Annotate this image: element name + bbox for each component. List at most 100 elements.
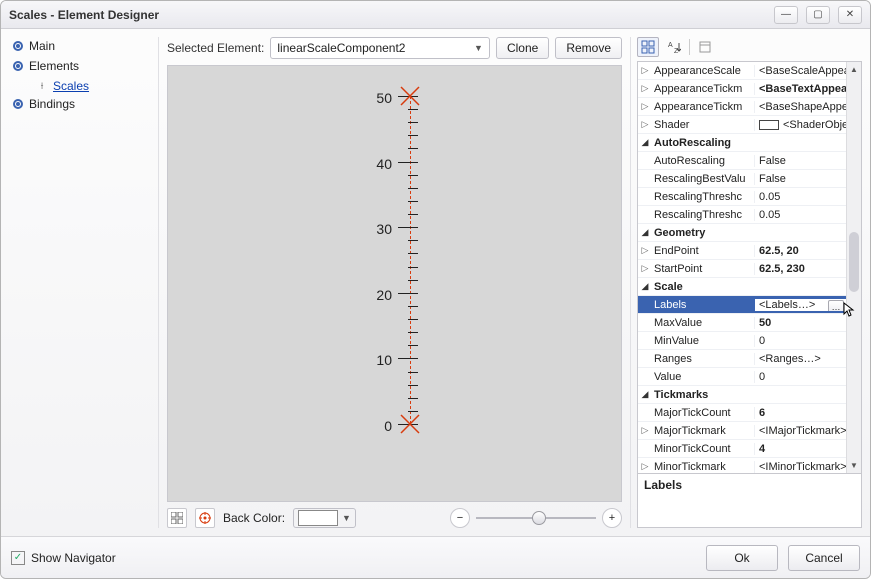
property-row[interactable]: ▷EndPoint62.5, 20	[638, 242, 846, 260]
property-value[interactable]: 0	[754, 335, 846, 347]
property-value[interactable]: False	[754, 173, 846, 185]
property-category[interactable]: ◢AutoRescaling	[638, 134, 846, 152]
property-value[interactable]: <BaseTextAppear	[754, 83, 846, 95]
tick-minor	[408, 280, 418, 281]
minimize-button[interactable]: —	[774, 6, 798, 24]
property-value[interactable]: 50	[754, 317, 846, 329]
scroll-down-button[interactable]: ▼	[847, 458, 861, 473]
scrollbar-thumb[interactable]	[849, 232, 859, 292]
property-grid[interactable]: ▷AppearanceScale<BaseScaleAppearanc▷Appe…	[637, 61, 862, 474]
property-row[interactable]: Labels<Labels…>…	[638, 296, 846, 314]
show-navigator-checkbox[interactable]: ✓ Show Navigator	[11, 551, 116, 565]
tick-major: 40	[398, 162, 418, 163]
property-row[interactable]: MaxValue50	[638, 314, 846, 332]
property-row[interactable]: RescalingThreshc0.05	[638, 188, 846, 206]
property-value[interactable]: <ShaderObject	[754, 119, 846, 131]
property-value[interactable]: <IMinorTickmark>	[754, 461, 846, 473]
property-value[interactable]: 4	[754, 443, 846, 455]
canvas-toolbar: Back Color: ▼ − +	[167, 508, 622, 528]
close-button[interactable]: ✕	[838, 6, 862, 24]
property-value[interactable]: 62.5, 20	[754, 245, 846, 257]
property-description-title: Labels	[644, 478, 682, 492]
expand-icon[interactable]: ▷	[638, 425, 652, 436]
zoom-out-button[interactable]: −	[450, 508, 470, 528]
startpoint-marker[interactable]	[399, 413, 421, 435]
property-value[interactable]: <IMajorTickmark>	[754, 425, 846, 437]
selected-element-combo[interactable]: linearScaleComponent2 ▼	[270, 37, 490, 59]
scrollbar[interactable]: ▲ ▼	[846, 62, 861, 473]
nav-label: Bindings	[29, 97, 75, 111]
window-title: Scales - Element Designer	[9, 8, 159, 22]
expand-icon[interactable]: ▷	[638, 65, 652, 76]
expand-icon[interactable]: ◢	[638, 389, 652, 400]
nav-item-elements[interactable]: Elements	[9, 57, 154, 75]
property-row[interactable]: ▷AppearanceScale<BaseScaleAppearanc	[638, 62, 846, 80]
property-value[interactable]: 6	[754, 407, 846, 419]
property-row[interactable]: ▷Shader<ShaderObject	[638, 116, 846, 134]
property-row[interactable]: RescalingBestValuFalse	[638, 170, 846, 188]
maximize-button[interactable]: ▢	[806, 6, 830, 24]
expand-icon[interactable]: ◢	[638, 137, 652, 148]
property-row[interactable]: ▷AppearanceTickm<BaseShapeAppearan	[638, 98, 846, 116]
design-canvas[interactable]: 01020304050	[167, 65, 622, 502]
nav-label: Elements	[29, 59, 79, 73]
property-row[interactable]: Ranges<Ranges…>	[638, 350, 846, 368]
property-row[interactable]: MinorTickCount4	[638, 440, 846, 458]
property-value[interactable]: 62.5, 230	[754, 263, 846, 275]
canvas-inner: 01020304050	[168, 66, 621, 501]
property-name: MinorTickCount	[652, 443, 754, 455]
expand-icon[interactable]: ▷	[638, 263, 652, 274]
property-pages-button[interactable]	[694, 37, 716, 57]
scroll-up-button[interactable]: ▲	[847, 62, 861, 77]
expand-icon[interactable]: ▷	[638, 245, 652, 256]
property-category[interactable]: ◢Geometry	[638, 224, 846, 242]
grid-toggle-button[interactable]	[167, 508, 187, 528]
property-category[interactable]: ◢Tickmarks	[638, 386, 846, 404]
tick-minor	[408, 148, 418, 149]
alphabetical-view-button[interactable]: AZ	[663, 37, 685, 57]
clone-button[interactable]: Clone	[496, 37, 549, 59]
ok-button[interactable]: Ok	[706, 545, 778, 571]
nav-item-main[interactable]: Main	[9, 37, 154, 55]
tick-minor	[408, 201, 418, 202]
categorized-view-button[interactable]	[637, 37, 659, 57]
selected-element-row: Selected Element: linearScaleComponent2 …	[167, 37, 622, 59]
nav-panel: Main Elements ⟊ Scales Bindings	[9, 37, 159, 528]
nav-item-bindings[interactable]: Bindings	[9, 95, 154, 113]
property-name: Scale	[652, 281, 754, 293]
property-row[interactable]: AutoRescalingFalse	[638, 152, 846, 170]
property-value[interactable]: 0	[754, 371, 846, 383]
property-value[interactable]: <Ranges…>	[754, 353, 846, 365]
slider-thumb[interactable]	[532, 511, 546, 525]
expand-icon[interactable]: ◢	[638, 227, 652, 238]
cancel-button[interactable]: Cancel	[788, 545, 860, 571]
zoom-in-button[interactable]: +	[602, 508, 622, 528]
nav-item-scales[interactable]: ⟊ Scales	[33, 77, 154, 95]
property-row[interactable]: Value0	[638, 368, 846, 386]
target-button[interactable]	[195, 508, 215, 528]
expand-icon[interactable]: ▷	[638, 119, 652, 130]
property-row[interactable]: RescalingThreshc0.05	[638, 206, 846, 224]
property-value[interactable]: <Labels…>…	[754, 299, 846, 311]
property-row[interactable]: MinValue0	[638, 332, 846, 350]
property-row[interactable]: ▷MinorTickmark<IMinorTickmark>	[638, 458, 846, 474]
backcolor-picker[interactable]: ▼	[293, 508, 356, 528]
expand-icon[interactable]: ▷	[638, 101, 652, 112]
property-value[interactable]: <BaseScaleAppearanc	[754, 65, 846, 77]
property-row[interactable]: MajorTickCount6	[638, 404, 846, 422]
zoom-slider[interactable]	[476, 510, 596, 526]
endpoint-marker[interactable]	[399, 85, 421, 107]
property-value[interactable]: False	[754, 155, 846, 167]
property-value[interactable]: 0.05	[754, 209, 846, 221]
expand-icon[interactable]: ▷	[638, 461, 652, 472]
property-category[interactable]: ◢Scale	[638, 278, 846, 296]
property-value[interactable]: 0.05	[754, 191, 846, 203]
property-row[interactable]: ▷StartPoint62.5, 230	[638, 260, 846, 278]
property-row[interactable]: ▷MajorTickmark<IMajorTickmark>	[638, 422, 846, 440]
ellipsis-button[interactable]: …	[828, 300, 844, 311]
property-value[interactable]: <BaseShapeAppearan	[754, 101, 846, 113]
expand-icon[interactable]: ◢	[638, 281, 652, 292]
property-row[interactable]: ▷AppearanceTickm<BaseTextAppear	[638, 80, 846, 98]
remove-button[interactable]: Remove	[555, 37, 622, 59]
expand-icon[interactable]: ▷	[638, 83, 652, 94]
